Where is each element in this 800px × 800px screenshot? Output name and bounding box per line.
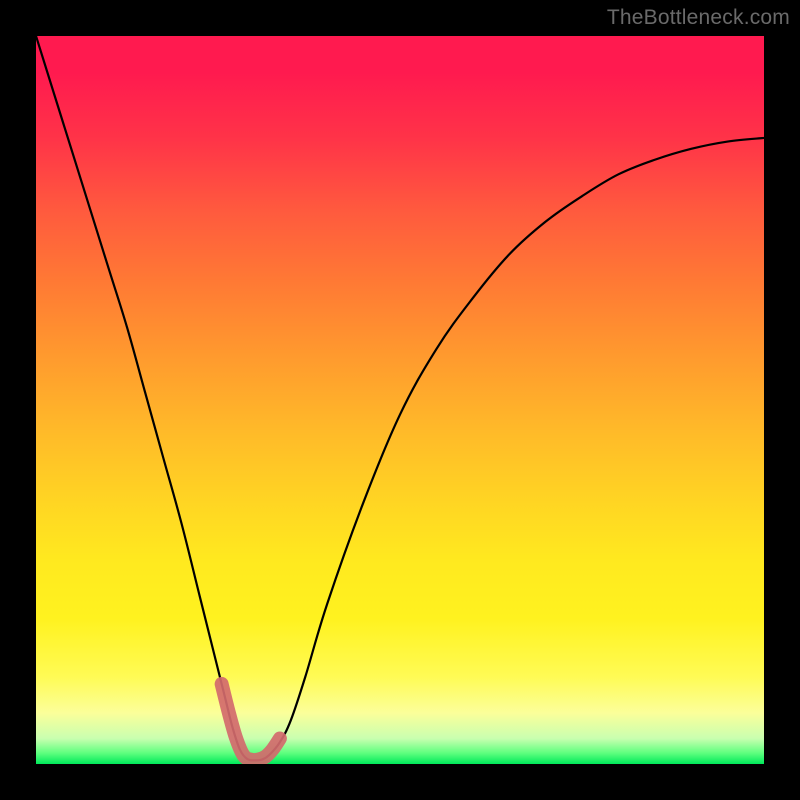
optimal-zone-highlight bbox=[222, 684, 280, 760]
watermark-text: TheBottleneck.com bbox=[607, 6, 790, 30]
chart-svg-layer bbox=[36, 36, 764, 764]
plot-area bbox=[36, 36, 764, 764]
chart-frame: TheBottleneck.com bbox=[0, 0, 800, 800]
bottleneck-curve bbox=[36, 36, 764, 760]
